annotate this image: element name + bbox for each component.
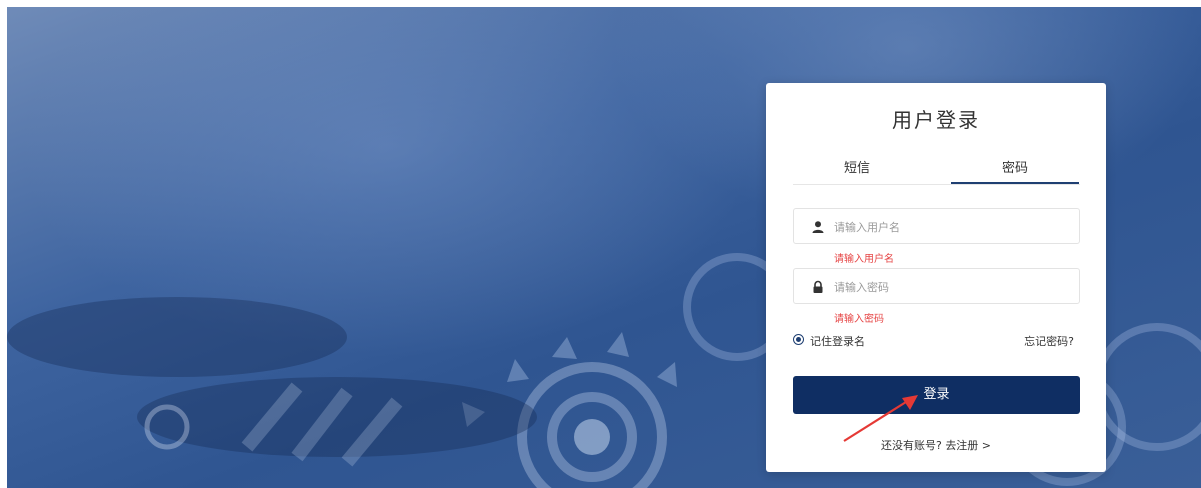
username-input[interactable]: [832, 215, 1076, 239]
annotation-arrow-icon: [843, 395, 918, 442]
register-prompt: 还没有账号? 去注册 >: [766, 437, 1106, 453]
password-error: 请输入密码: [834, 314, 884, 325]
forgot-password-link[interactable]: 忘记密码?: [1024, 333, 1074, 349]
username-error: 请输入用户名: [834, 254, 894, 265]
username-field: [793, 208, 1080, 244]
remember-radio[interactable]: [793, 334, 804, 345]
login-button[interactable]: 登录: [793, 376, 1080, 414]
user-icon: [811, 219, 825, 233]
tab-sms[interactable]: 短信: [793, 156, 921, 182]
password-input[interactable]: [832, 275, 1076, 299]
remember-label: 记住登录名: [810, 335, 865, 348]
password-field: [793, 268, 1080, 304]
login-title: 用户登录: [892, 108, 980, 132]
login-tabs: 短信 密码: [793, 156, 1080, 185]
tab-password[interactable]: 密码: [951, 156, 1079, 184]
lock-icon: [811, 279, 825, 293]
register-link[interactable]: 去注册 >: [945, 439, 991, 452]
